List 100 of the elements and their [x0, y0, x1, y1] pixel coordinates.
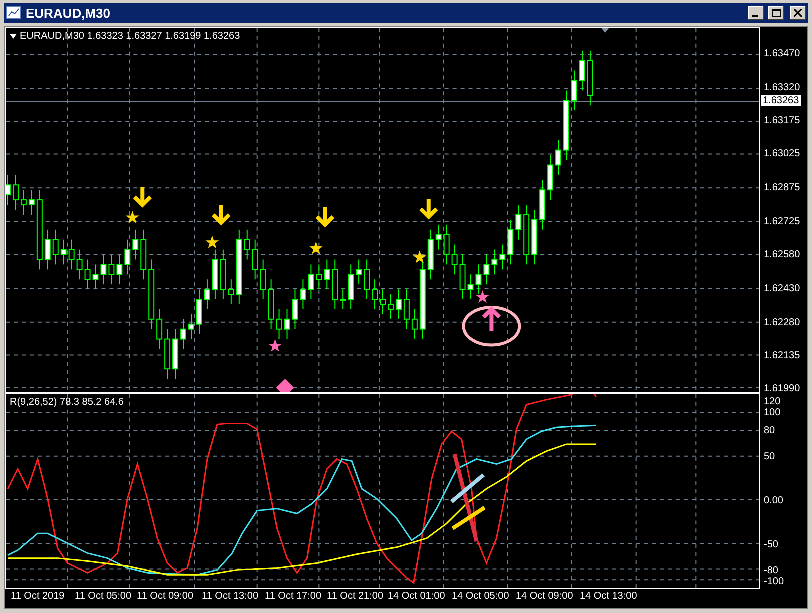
- time-label: 14 Oct 09:00: [516, 591, 574, 602]
- candlestick: [140, 229, 147, 280]
- candlestick: [204, 279, 210, 310]
- current-price-label: 1.63263: [761, 96, 802, 106]
- star-icon: [413, 250, 427, 264]
- candlestick: [364, 259, 370, 300]
- candlestick: [579, 50, 586, 92]
- candlestick: [572, 70, 578, 112]
- candlestick: [452, 244, 458, 276]
- price-label: 1.63175: [764, 116, 800, 126]
- indicator-level-label: -100: [764, 576, 784, 588]
- time-label: 11 Oct 17:00: [265, 591, 322, 602]
- candlestick: [100, 254, 107, 286]
- price-label: 1.62135: [764, 350, 800, 362]
- candlestick: [244, 229, 250, 260]
- candlestick: [324, 259, 330, 290]
- down-arrow-icon: [211, 203, 232, 226]
- candlestick: [84, 259, 91, 290]
- time-label: 14 Oct 05:00: [452, 591, 510, 602]
- price-label: 1.61990: [764, 384, 800, 394]
- candlestick: [548, 154, 554, 201]
- price-label: 1.63470: [764, 48, 800, 60]
- candlestick: [228, 279, 234, 305]
- dropdown-triangle-icon: [10, 34, 17, 39]
- indicator-level-label: 100: [764, 408, 781, 418]
- diamond-icon: [276, 379, 294, 392]
- candlestick: [388, 294, 394, 320]
- star-icon: [268, 339, 282, 352]
- candlestick: [372, 279, 378, 310]
- candlestick: [268, 279, 274, 330]
- candlestick: [556, 140, 562, 176]
- price-label: 1.63320: [764, 82, 800, 94]
- down-arrow-icon: [418, 197, 439, 220]
- candlestick: [460, 254, 466, 300]
- candlestick: [148, 259, 155, 330]
- candlestick: [108, 254, 115, 286]
- candlestick: [332, 259, 338, 310]
- candlestick: [212, 249, 218, 300]
- indicator-level-label: -80: [764, 566, 778, 576]
- candlestick: [180, 318, 187, 350]
- candlestick: [276, 308, 282, 340]
- candlestick: [532, 210, 538, 266]
- price-label: 1.62280: [764, 318, 800, 328]
- candlestick: [404, 289, 410, 330]
- candlestick: [500, 244, 506, 270]
- candlestick: [316, 264, 322, 290]
- triangle-marker-icon: [601, 28, 610, 33]
- candlestick: [468, 274, 474, 300]
- time-label: 11 Oct 21:00: [327, 591, 384, 602]
- candlestick: [28, 190, 35, 216]
- candlestick: [20, 190, 27, 216]
- candlestick: [44, 229, 51, 270]
- indicator-legend: R(9,26,52) 78.3 85.2 64.6: [10, 397, 124, 408]
- price-label: 1.63025: [764, 148, 800, 160]
- candlestick: [132, 229, 139, 260]
- close-button[interactable]: [790, 6, 806, 20]
- candlestick: [284, 308, 290, 340]
- candlestick: [340, 289, 346, 310]
- time-label: 11 Oct 13:00: [202, 591, 259, 602]
- price-label: 1.62430: [764, 284, 800, 294]
- candlestick: [164, 328, 171, 380]
- candlestick: [188, 314, 194, 340]
- candlestick: [124, 239, 131, 276]
- circle-mark: [462, 306, 522, 347]
- candlestick: [292, 289, 298, 330]
- candlestick: [564, 90, 570, 161]
- candlestick: [540, 180, 546, 230]
- candlestick: [428, 229, 434, 280]
- indicator-level-label: 50: [764, 452, 776, 462]
- candlestick: [516, 204, 522, 240]
- candlestick: [412, 308, 418, 340]
- candlestick: [348, 264, 354, 310]
- candlestick: [172, 328, 179, 380]
- maximize-button[interactable]: [768, 6, 784, 20]
- down-arrow-icon: [132, 185, 153, 208]
- candlestick: [196, 289, 202, 335]
- candlestick: [116, 254, 123, 286]
- maximize-icon: [772, 9, 780, 17]
- price-label: 1.62875: [764, 182, 800, 194]
- down-arrow-icon: [315, 205, 336, 228]
- candlestick: [52, 229, 59, 266]
- time-label: 11 Oct 05:00: [75, 591, 132, 602]
- time-label: 11 Oct 2019: [11, 591, 65, 602]
- candlestick: [476, 264, 482, 296]
- window-title: EURAUD,M30: [26, 6, 112, 20]
- indicator-level-label: 0.00: [764, 496, 784, 506]
- time-label: 11 Oct 09:00: [137, 591, 194, 602]
- candlestick: [396, 289, 402, 320]
- candlestick: [356, 259, 362, 286]
- star-icon: [310, 242, 323, 254]
- price-label: 1.62725: [764, 216, 800, 228]
- candlestick: [380, 289, 386, 315]
- minimize-button[interactable]: [748, 6, 764, 20]
- candlestick: [492, 249, 498, 276]
- star-icon: [206, 236, 220, 248]
- time-label: 14 Oct 13:00: [580, 591, 638, 602]
- chart-window-icon: [6, 6, 22, 20]
- candlestick: [444, 224, 450, 266]
- candlestick: [524, 204, 530, 266]
- candlestick: [60, 239, 67, 266]
